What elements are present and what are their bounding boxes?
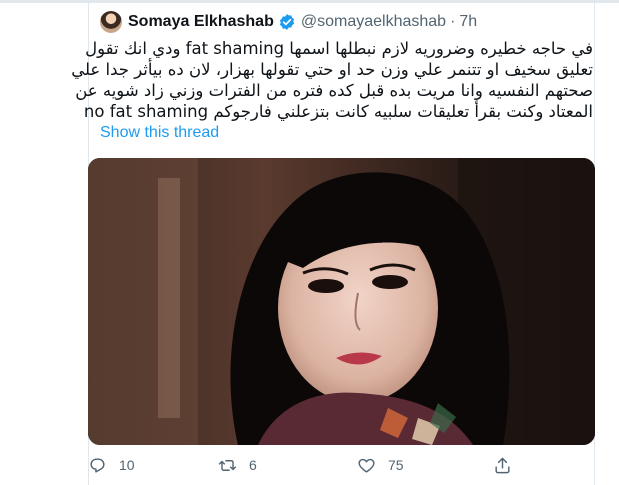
heart-icon [358,458,375,473]
reply-icon [90,457,105,473]
avatar[interactable] [100,11,122,33]
tweet-text: في حاجه خطيره وضروريه لازم نبطلها اسمها … [71,38,593,122]
like-button[interactable]: 75 [357,452,404,478]
share-icon [495,457,510,473]
author-handle[interactable]: @somayaelkhashab [301,13,446,31]
retweet-icon [218,459,237,471]
show-thread-link[interactable]: Show this thread [100,124,219,142]
verified-badge-icon [278,13,296,31]
retweet-count: 6 [249,457,257,473]
tweet-text-line: صحتهم النفسيه وانا مريت بده قبل كده فتره… [75,81,593,100]
tweet-header: Somaya Elkhashab @somayaelkhashab · 7h [100,10,477,34]
tweet-media-photo[interactable] [88,158,595,445]
tweet-text-line: تعليق سخيف او تتنمر علي وزن حد او حتي تق… [71,60,593,79]
tweet-action-bar: 10 6 75 [88,452,595,478]
share-button[interactable] [493,452,512,478]
reply-count: 10 [119,457,135,473]
like-count: 75 [388,457,404,473]
separator-dot: · [450,13,456,30]
tweet[interactable]: Somaya Elkhashab @somayaelkhashab · 7h ف… [71,0,595,485]
author-display-name[interactable]: Somaya Elkhashab [128,13,274,31]
retweet-button[interactable]: 6 [218,452,257,478]
tweet-text-line: في حاجه خطيره وضروريه لازم نبطلها اسمها … [85,39,593,58]
photo-of-woman-icon [88,158,595,445]
tweet-text-line: المعتاد وكنت بقرأ تعليقات سلبيه كانت بتز… [83,102,593,121]
tweet-timestamp[interactable]: 7h [459,13,477,31]
reply-button[interactable]: 10 [88,452,135,478]
